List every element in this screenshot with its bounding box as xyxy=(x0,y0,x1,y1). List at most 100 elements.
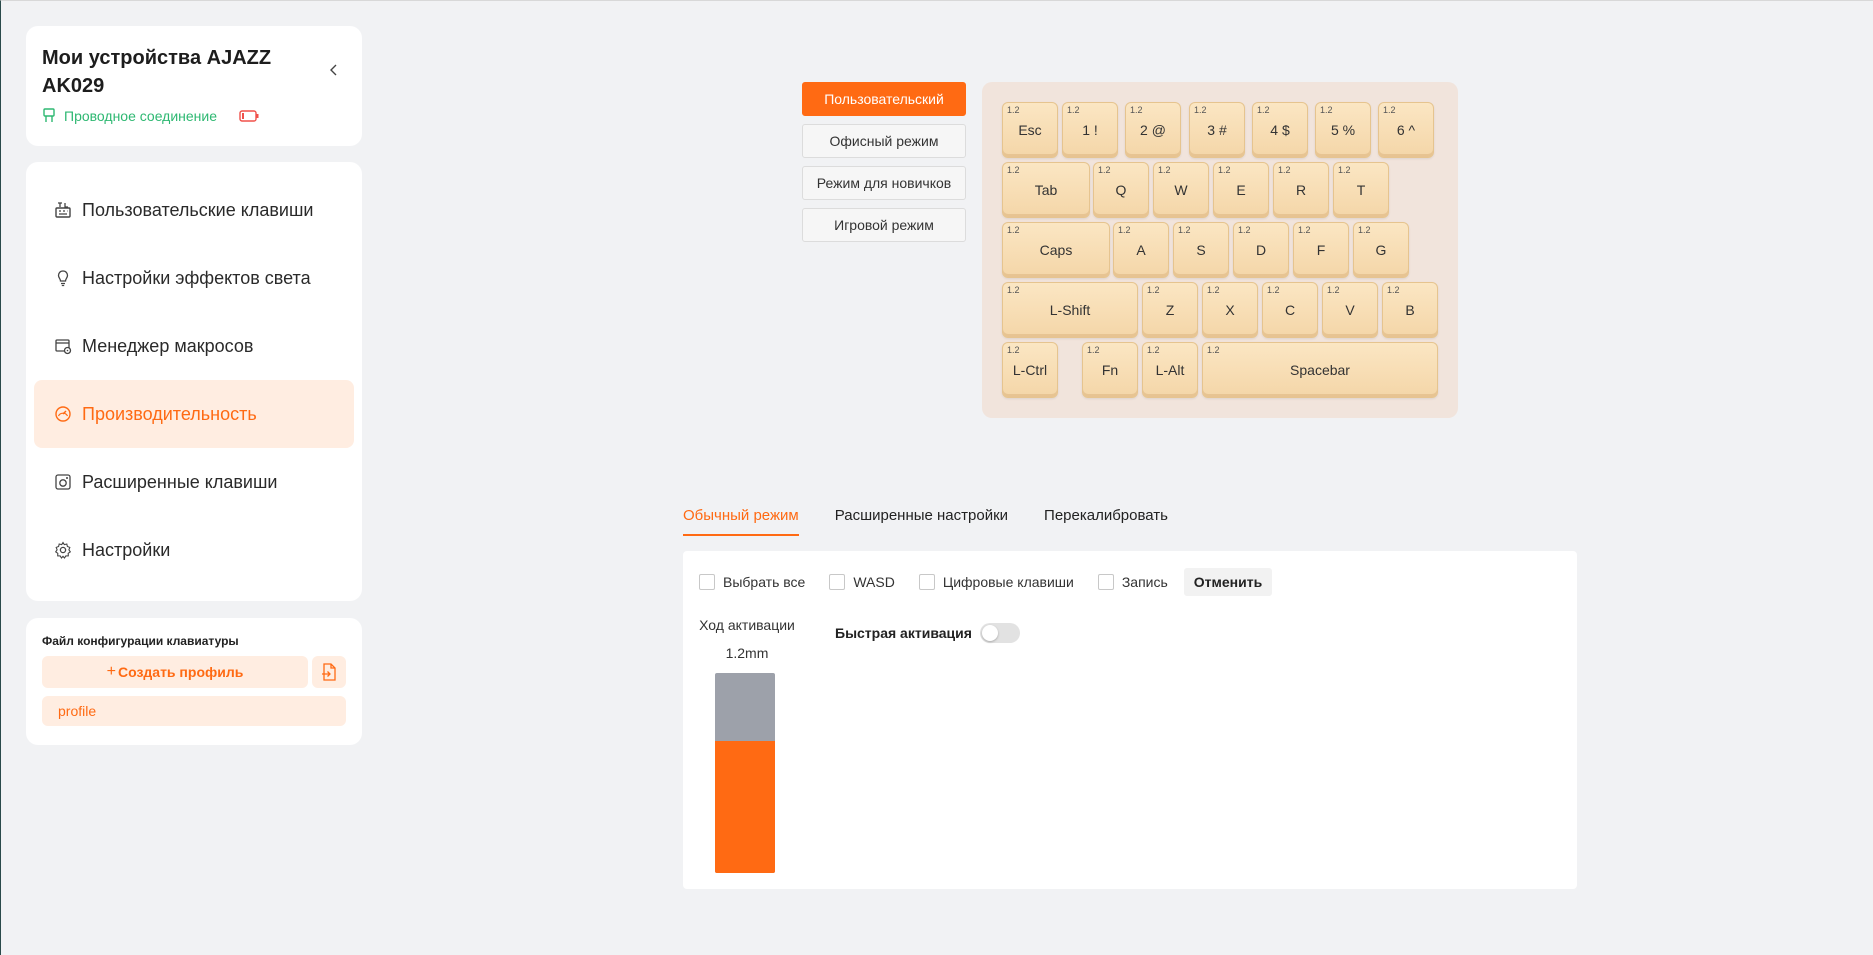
key-3[interactable]: 1.2 3 # xyxy=(1189,102,1245,158)
key-f[interactable]: 1.2 F xyxy=(1293,222,1349,278)
key-esc[interactable]: 1.2 Esc xyxy=(1002,102,1058,158)
key-l-ctrl[interactable]: 1.2 L-Ctrl xyxy=(1002,342,1058,398)
import-profile-button[interactable] xyxy=(312,656,346,688)
key-q[interactable]: 1.2 Q xyxy=(1093,162,1149,218)
gear-icon xyxy=(54,541,72,559)
record-checkbox[interactable] xyxy=(1097,574,1114,590)
key-g[interactable]: 1.2 G xyxy=(1353,222,1409,278)
key-1[interactable]: 1.2 1 ! xyxy=(1062,102,1118,158)
filter-wasd[interactable]: WASD xyxy=(829,574,895,590)
key-label: Caps xyxy=(1039,242,1073,258)
key-s[interactable]: 1.2 S xyxy=(1173,222,1229,278)
key-caps[interactable]: 1.2 Caps xyxy=(1002,222,1110,278)
create-profile-button[interactable]: + Создать профиль xyxy=(42,656,308,688)
key-l-alt[interactable]: 1.2 L-Alt xyxy=(1142,342,1198,398)
key-value: 1.2 xyxy=(1007,165,1020,175)
key-r[interactable]: 1.2 R xyxy=(1273,162,1329,218)
sidebar-item-macro-manager[interactable]: Менеджер макросов xyxy=(34,312,354,380)
gauge-icon xyxy=(55,406,71,422)
actuation-travel: Ход активации 1.2mm xyxy=(697,617,797,661)
file-import-icon xyxy=(322,663,336,681)
key-value: 1.2 xyxy=(1087,345,1100,355)
key-x[interactable]: 1.2 X xyxy=(1202,282,1258,338)
key-value: 1.2 xyxy=(1278,165,1291,175)
sidebar-item-label: Расширенные клавиши xyxy=(82,471,278,492)
key-2[interactable]: 1.2 2 @ xyxy=(1125,102,1181,158)
key-value: 1.2 xyxy=(1298,225,1311,235)
quick-activation-label: Быстрая активация xyxy=(835,625,972,641)
mode-custom-button[interactable]: Пользовательский xyxy=(802,82,966,116)
key-label: 1 ! xyxy=(1082,122,1098,138)
key-value: 1.2 xyxy=(1007,225,1020,235)
travel-slider-fill xyxy=(715,741,775,873)
sidebar-item-settings[interactable]: Настройки xyxy=(34,516,354,584)
mode-beginner-button[interactable]: Режим для новичков xyxy=(802,166,966,200)
tab-recalibrate[interactable]: Перекалибровать xyxy=(1044,507,1168,536)
sidebar-item-label: Производительность xyxy=(82,403,257,424)
tab-normal-mode[interactable]: Обычный режим xyxy=(683,507,799,536)
key-label: S xyxy=(1196,242,1206,258)
connection-status: Проводное соединение xyxy=(42,108,259,124)
mode-office-button[interactable]: Офисный режим xyxy=(802,124,966,158)
key-label: Tab xyxy=(1034,182,1058,198)
key-fn[interactable]: 1.2 Fn xyxy=(1082,342,1138,398)
select-all-checkbox[interactable] xyxy=(699,574,715,590)
mode-gaming-button[interactable]: Игровой режим xyxy=(802,208,966,242)
key-a[interactable]: 1.2 A xyxy=(1113,222,1169,278)
profile-card: Файл конфигурации клавиатуры + Создать п… xyxy=(26,618,362,745)
key-value: 1.2 xyxy=(1147,345,1160,355)
mode-list: Пользовательский Офисный режим Режим для… xyxy=(802,82,966,250)
key-label: W xyxy=(1174,182,1188,198)
key-label: Fn xyxy=(1101,362,1119,378)
macro-icon xyxy=(55,339,72,355)
key-l-shift[interactable]: 1.2 L-Shift xyxy=(1002,282,1138,338)
key-b[interactable]: 1.2 B xyxy=(1382,282,1438,338)
filter-record[interactable]: Запись xyxy=(1097,574,1168,590)
device-title: Мои устройства AJAZZ AK029 xyxy=(42,47,272,97)
filter-digit-keys[interactable]: Цифровые клавиши xyxy=(918,574,1074,590)
sidebar-item-custom-keys[interactable]: Пользовательские клавиши xyxy=(34,176,354,244)
travel-slider[interactable] xyxy=(715,673,775,873)
key-value: 1.2 xyxy=(1098,165,1111,175)
wasd-checkbox[interactable] xyxy=(829,574,846,590)
key-value: 1.2 xyxy=(1178,225,1191,235)
key-spacebar[interactable]: 1.2 Spacebar xyxy=(1202,342,1438,398)
key-z[interactable]: 1.2 Z xyxy=(1142,282,1198,338)
key-6[interactable]: 1.2 6 ^ xyxy=(1378,102,1434,158)
profile-item[interactable]: profile xyxy=(42,696,346,726)
key-v[interactable]: 1.2 V xyxy=(1322,282,1378,338)
filter-select-all[interactable]: Выбрать все xyxy=(699,574,805,590)
key-value: 1.2 xyxy=(1327,285,1340,295)
sidebar-item-label: Пользовательские клавиши xyxy=(82,199,314,220)
cancel-button[interactable]: Отменить xyxy=(1183,568,1273,596)
travel-label: Ход активации xyxy=(699,617,795,633)
key-t[interactable]: 1.2 T xyxy=(1333,162,1389,218)
plus-icon: + xyxy=(106,663,116,680)
filter-label: WASD xyxy=(853,574,895,590)
key-w[interactable]: 1.2 W xyxy=(1153,162,1209,218)
key-e[interactable]: 1.2 E xyxy=(1213,162,1269,218)
key-value: 1.2 xyxy=(1194,105,1207,115)
key-d[interactable]: 1.2 D xyxy=(1233,222,1289,278)
key-value: 1.2 xyxy=(1338,165,1351,175)
quick-activation-toggle[interactable] xyxy=(979,623,1020,643)
key-4[interactable]: 1.2 4 $ xyxy=(1252,102,1308,158)
key-label: T xyxy=(1356,182,1366,198)
key-filter-bar: Выбрать все WASD Цифровые клавиши Запись… xyxy=(699,567,1273,597)
sidebar-item-light-effects[interactable]: Настройки эффектов света xyxy=(34,244,354,312)
chevron-left-icon xyxy=(330,64,337,76)
digit-keys-checkbox[interactable] xyxy=(918,574,935,590)
key-value: 1.2 xyxy=(1383,105,1396,115)
key-c[interactable]: 1.2 C xyxy=(1262,282,1318,338)
tab-advanced-settings[interactable]: Расширенные настройки xyxy=(835,507,1008,536)
sidebar-item-performance[interactable]: Производительность xyxy=(34,380,354,448)
sidebar-item-advanced-keys[interactable]: Расширенные клавиши xyxy=(34,448,354,516)
key-label: B xyxy=(1405,302,1415,318)
profile-heading: Файл конфигурации клавиатуры xyxy=(42,634,239,648)
key-label: G xyxy=(1375,242,1387,258)
key-5[interactable]: 1.2 5 % xyxy=(1315,102,1371,158)
key-tab[interactable]: 1.2 Tab xyxy=(1002,162,1090,218)
collapse-sidebar-button[interactable] xyxy=(320,56,348,84)
filter-label: Цифровые клавиши xyxy=(942,574,1074,590)
device-card: Мои устройства AJAZZ AK029 Проводное сое… xyxy=(26,26,362,146)
